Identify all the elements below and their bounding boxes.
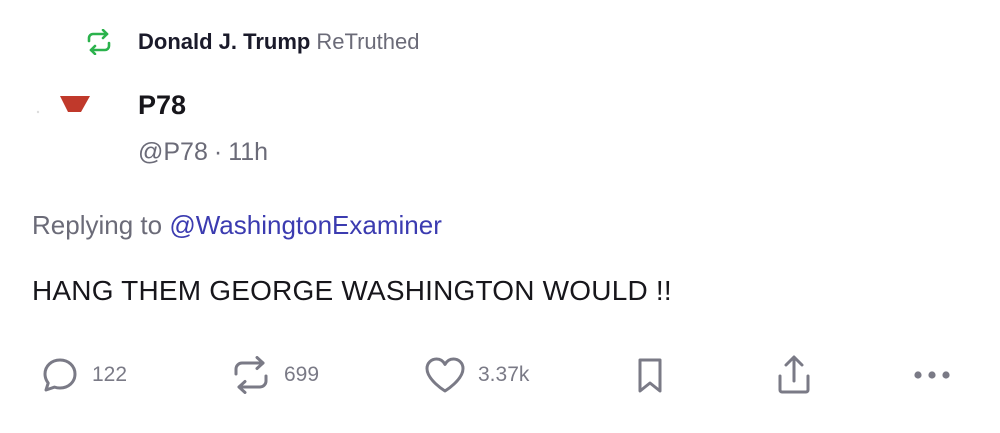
retruth-button[interactable]: 699: [230, 352, 319, 398]
share-button[interactable]: [774, 352, 814, 398]
retruth-user-link[interactable]: Donald J. Trump: [138, 29, 310, 55]
post-body-text: HANG THEM GEORGE WASHINGTON WOULD !!: [32, 275, 672, 306]
post-timestamp[interactable]: 11h: [228, 138, 268, 166]
replying-to-mention[interactable]: @WashingtonExaminer: [169, 210, 442, 240]
retruth-icon: [230, 356, 272, 394]
author-handle-line: @P78 · 11h: [138, 138, 268, 167]
more-options-button[interactable]: [912, 352, 952, 398]
bookmark-button[interactable]: [634, 352, 666, 398]
bookmark-icon: [634, 355, 666, 395]
replying-to-prefix: Replying to: [32, 210, 163, 240]
reply-button[interactable]: 122: [40, 352, 127, 398]
like-button[interactable]: 3.37k: [424, 352, 529, 398]
retruth-label: ReTruthed: [316, 29, 420, 54]
reply-icon: [40, 355, 80, 395]
more-icon: [912, 369, 952, 381]
retruth-banner: Donald J. Trump ReTruthed: [84, 24, 419, 60]
replying-to-line: Replying to @WashingtonExaminer: [32, 210, 442, 241]
post-action-bar: 122 699 3.37k: [40, 352, 970, 398]
heart-icon: [424, 356, 466, 394]
retruth-icon: [84, 27, 114, 57]
retruth-count: 699: [284, 363, 320, 386]
reply-count: 122: [92, 363, 128, 386]
like-count: 3.37k: [478, 363, 530, 386]
author-handle[interactable]: @P78: [138, 138, 208, 166]
separator-dot: ·: [213, 138, 223, 166]
author-display-name[interactable]: P78: [138, 90, 186, 121]
share-icon: [774, 354, 814, 396]
avatar[interactable]: [34, 92, 98, 128]
